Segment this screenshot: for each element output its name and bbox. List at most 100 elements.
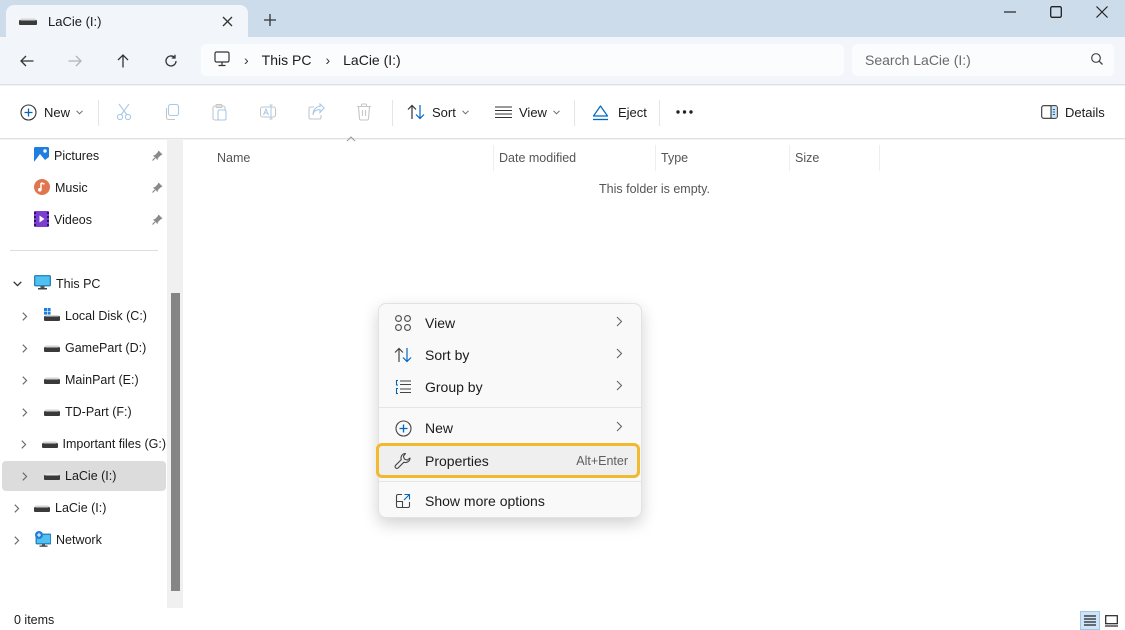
menu-item-show-more-options[interactable]: Show more options — [383, 486, 637, 516]
chevron-right-icon[interactable] — [20, 311, 30, 321]
chevron-right-icon[interactable] — [12, 535, 22, 545]
close-icon — [1096, 6, 1108, 18]
column-header-date-modified[interactable]: Date modified — [499, 145, 576, 171]
new-button[interactable]: New — [20, 98, 83, 126]
sidebar-item-label: TD-Part (F:) — [65, 405, 132, 419]
menu-item-shortcut: Alt+Enter — [576, 453, 628, 468]
close-window-button[interactable] — [1079, 0, 1125, 24]
copy-button[interactable] — [163, 98, 181, 126]
chevron-right-icon[interactable] — [12, 503, 22, 513]
chevron-right-icon[interactable] — [20, 375, 30, 385]
chevron-right-icon[interactable]: › — [244, 52, 249, 68]
chevron-down-icon[interactable] — [12, 281, 22, 287]
chevron-right-icon[interactable] — [20, 407, 30, 417]
chevron-right-icon[interactable] — [20, 343, 30, 353]
column-header-size[interactable]: Size — [795, 145, 819, 171]
sidebar-item-pictures[interactable]: Pictures — [2, 141, 166, 171]
drive-icon — [34, 501, 50, 515]
sidebar-item-important-files-g[interactable]: Important files (G:) — [2, 429, 166, 459]
sidebar-item-lacie-i-root[interactable]: LaCie (I:) — [2, 493, 166, 523]
back-button[interactable] — [11, 45, 43, 77]
sidebar-item-network[interactable]: Network — [2, 525, 166, 555]
group-icon — [393, 379, 413, 395]
pin-icon[interactable] — [152, 214, 163, 228]
sort-button[interactable]: Sort — [407, 98, 469, 126]
copy-icon — [165, 103, 180, 121]
column-divider[interactable] — [655, 145, 656, 171]
tab-close-button[interactable] — [216, 10, 238, 32]
menu-item-group-by[interactable]: Group by — [383, 372, 637, 402]
sidebar-item-this-pc[interactable]: This PC — [2, 269, 166, 299]
rename-button[interactable] — [259, 98, 277, 126]
plus-circle-icon — [393, 419, 413, 437]
menu-item-label: Properties — [425, 452, 489, 469]
paste-button[interactable] — [211, 98, 229, 126]
delete-button[interactable] — [356, 98, 372, 126]
tab-lacie[interactable]: LaCie (I:) — [6, 5, 248, 37]
address-bar[interactable]: › This PC › LaCie (I:) — [201, 44, 844, 76]
sidebar-item-mainpart-e[interactable]: MainPart (E:) — [2, 365, 166, 395]
see-more-button[interactable] — [676, 98, 693, 126]
sidebar-item-label: Pictures — [54, 149, 100, 163]
pin-icon[interactable] — [152, 182, 163, 196]
cut-button[interactable] — [115, 98, 133, 126]
column-header-name[interactable]: Name — [217, 145, 250, 171]
column-divider[interactable] — [493, 145, 494, 171]
chevron-right-icon[interactable] — [20, 471, 30, 481]
chevron-right-icon[interactable] — [19, 439, 28, 449]
share-button[interactable] — [307, 98, 325, 126]
chevron-right-icon — [616, 421, 623, 432]
refresh-button[interactable] — [155, 45, 187, 77]
menu-item-view[interactable]: View — [383, 308, 637, 338]
file-list[interactable]: Name Date modified Type Size This folder… — [184, 136, 1125, 610]
column-header-type[interactable]: Type — [661, 145, 688, 171]
sidebar-item-label: Music — [55, 181, 88, 195]
sidebar-scrollbar-thumb[interactable] — [171, 293, 180, 591]
breadcrumb-this-pc[interactable]: This PC — [262, 52, 312, 68]
plus-icon — [264, 14, 276, 26]
eject-label: Eject — [618, 104, 647, 120]
context-menu: View Sort by Group by New Properties Alt… — [376, 303, 642, 518]
sidebar-item-td-part-f[interactable]: TD-Part (F:) — [2, 397, 166, 427]
sidebar-item-videos[interactable]: Videos — [2, 205, 166, 235]
eject-icon — [592, 104, 609, 120]
new-tab-button[interactable] — [259, 9, 281, 31]
tiles-view-button[interactable] — [1101, 611, 1121, 630]
search-icon[interactable] — [1090, 52, 1104, 69]
open-external-icon — [393, 493, 413, 509]
menu-item-properties[interactable]: Properties Alt+Enter — [376, 443, 640, 478]
videos-icon — [34, 210, 49, 230]
minimize-button[interactable] — [987, 0, 1033, 24]
breadcrumb-lacie[interactable]: LaCie (I:) — [343, 52, 401, 68]
sidebar-item-music[interactable]: Music — [2, 173, 166, 203]
eject-button[interactable]: Eject — [592, 98, 647, 126]
network-icon — [34, 530, 52, 550]
sidebar-item-local-disk-c[interactable]: Local Disk (C:) — [2, 301, 166, 331]
column-divider[interactable] — [789, 145, 790, 171]
search-input[interactable] — [865, 52, 1075, 68]
sidebar-item-gamepart-d[interactable]: GamePart (D:) — [2, 333, 166, 363]
forward-button[interactable] — [59, 45, 91, 77]
chevron-right-icon — [616, 316, 623, 327]
list-view-icon — [495, 106, 512, 118]
details-view-button[interactable] — [1080, 611, 1100, 630]
menu-item-new[interactable]: New — [383, 413, 637, 443]
drive-icon — [19, 14, 37, 29]
view-button[interactable]: View — [495, 98, 560, 126]
chevron-right-icon — [616, 348, 623, 359]
menu-item-sort-by[interactable]: Sort by — [383, 340, 637, 370]
share-icon — [308, 103, 325, 120]
search-box[interactable] — [852, 44, 1114, 76]
sidebar-item-lacie-i[interactable]: LaCie (I:) — [2, 461, 166, 491]
sidebar-item-label: Network — [56, 533, 102, 547]
minimize-icon — [1004, 11, 1016, 13]
up-button[interactable] — [107, 45, 139, 77]
empty-folder-message: This folder is empty. — [599, 182, 710, 196]
maximize-button[interactable] — [1033, 0, 1079, 24]
details-pane-button[interactable]: Details — [1041, 98, 1105, 126]
wrench-icon — [393, 452, 413, 470]
pin-icon[interactable] — [152, 150, 163, 164]
chevron-right-icon[interactable]: › — [325, 52, 330, 68]
sort-icon — [407, 104, 425, 120]
column-divider[interactable] — [879, 145, 880, 171]
